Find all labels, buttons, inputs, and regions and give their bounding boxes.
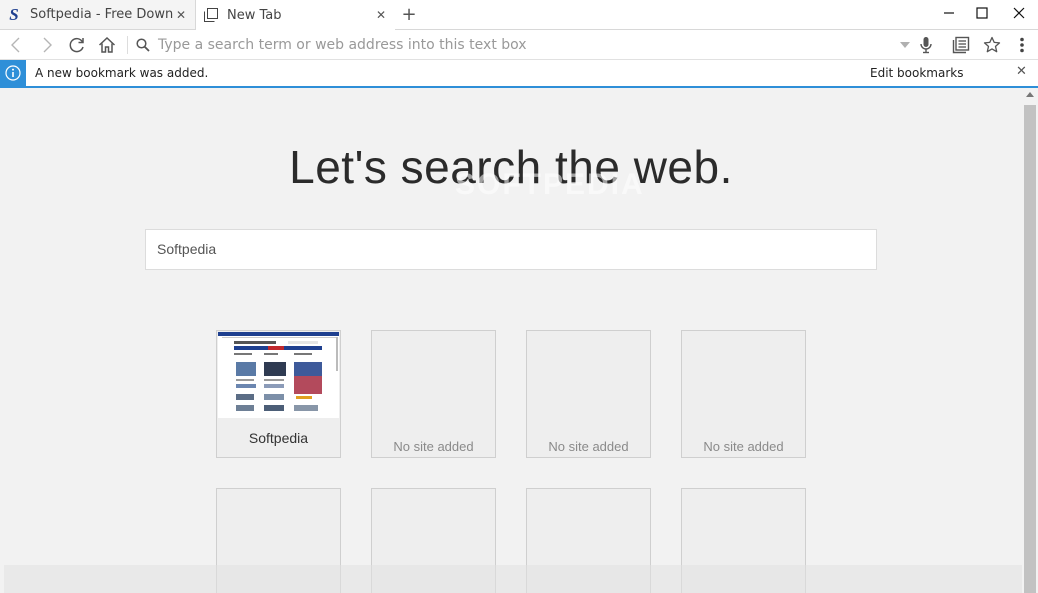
new-tab-page: Let's search the web. SOFTPEDIA Softpedi… <box>0 90 1022 593</box>
site-thumbnail <box>218 332 339 418</box>
notification-bar: A new bookmark was added. Edit bookmarks… <box>0 60 1038 88</box>
microphone-icon[interactable] <box>912 30 940 60</box>
back-icon[interactable] <box>2 30 30 60</box>
tile-label: Softpedia <box>248 430 309 446</box>
tile-label: No site added <box>703 439 784 454</box>
reading-list-icon[interactable] <box>947 30 975 60</box>
close-window-icon[interactable] <box>1000 0 1038 26</box>
search-input[interactable]: Softpedia <box>145 229 877 270</box>
tab-close-icon[interactable]: ✕ <box>173 8 189 22</box>
tab-close-icon[interactable]: ✕ <box>373 8 389 22</box>
maximize-icon[interactable] <box>963 0 1001 26</box>
new-tab-button[interactable]: + <box>400 5 418 25</box>
speed-dial-tile-empty[interactable]: No site added <box>681 330 806 458</box>
address-bar-input[interactable]: Type a search term or web address into t… <box>158 35 878 55</box>
tab-title: Softpedia - Free Downl… <box>30 7 173 22</box>
scrollbar-thumb[interactable] <box>1024 105 1036 593</box>
browser-window: S Softpedia - Free Downl… ✕ New Tab ✕ + <box>0 0 1038 593</box>
info-icon <box>0 60 26 86</box>
vertical-scrollbar[interactable] <box>1022 90 1038 593</box>
home-icon[interactable] <box>93 30 121 60</box>
reload-icon[interactable] <box>63 30 91 60</box>
tile-label: No site added <box>548 439 629 454</box>
tile-label: No site added <box>393 439 474 454</box>
edit-bookmarks-link[interactable]: Edit bookmarks <box>870 66 963 80</box>
notification-message: A new bookmark was added. <box>35 66 209 80</box>
tab-strip: S Softpedia - Free Downl… ✕ New Tab ✕ + <box>0 0 1038 30</box>
speed-dial-tile-empty[interactable]: No site added <box>371 330 496 458</box>
softpedia-favicon-icon: S <box>9 4 19 24</box>
forward-icon[interactable] <box>33 30 61 60</box>
speed-dial-tile-empty[interactable]: No site added <box>526 330 651 458</box>
bookmark-star-icon[interactable] <box>978 30 1006 60</box>
tab-new-tab[interactable]: New Tab ✕ <box>197 0 395 30</box>
tab-softpedia[interactable]: S Softpedia - Free Downl… ✕ <box>0 0 196 30</box>
search-icon <box>129 30 157 60</box>
scroll-up-arrow-icon[interactable] <box>1026 92 1034 97</box>
speed-dial-tile-softpedia[interactable]: Softpedia <box>216 330 341 458</box>
softpedia-watermark: SOFTPEDIA <box>455 168 645 201</box>
tab-title: New Tab <box>227 7 282 23</box>
address-divider <box>127 36 128 54</box>
navigation-bar: Type a search term or web address into t… <box>0 30 1038 60</box>
close-notification-icon[interactable]: ✕ <box>1016 64 1027 79</box>
bottom-overlay <box>4 565 1022 593</box>
menu-dots-icon[interactable] <box>1008 30 1036 60</box>
new-tab-icon <box>203 7 219 23</box>
